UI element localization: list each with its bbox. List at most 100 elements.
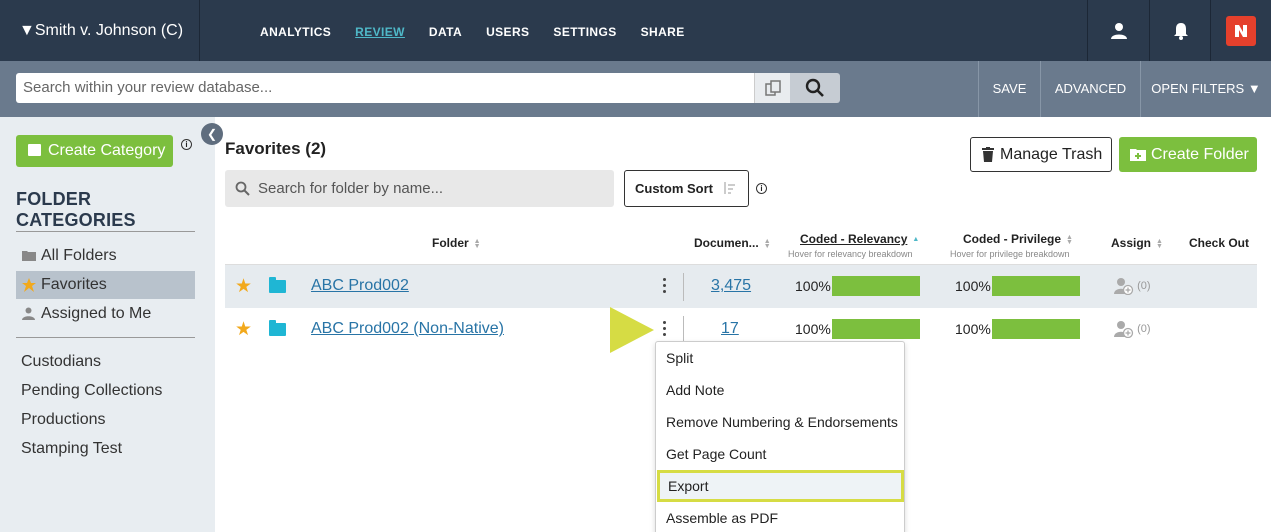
sidebar-link-stamping-test[interactable]: Stamping Test (21, 440, 122, 458)
more-options-icon[interactable] (663, 321, 667, 339)
folder-name-link[interactable]: ABC Prod002 (Non-Native) (311, 320, 504, 338)
relevancy-bar[interactable] (832, 319, 920, 339)
add-user-icon (1114, 321, 1134, 339)
case-selector[interactable]: ▼Smith v. Johnson (C) (0, 0, 200, 61)
app-logo-button[interactable] (1210, 0, 1271, 61)
save-button[interactable]: SAVE (978, 61, 1040, 117)
create-folder-label: Create Folder (1151, 146, 1249, 163)
divider (683, 273, 684, 301)
page-title: Favorites (2) (225, 139, 327, 158)
advanced-button[interactable]: ADVANCED (1040, 61, 1140, 117)
nav-analytics[interactable]: ANALYTICS (260, 0, 331, 61)
sidebar-item-assigned[interactable]: Assigned to Me (16, 300, 195, 328)
menu-item-export[interactable]: Export (657, 470, 904, 502)
sidebar-link-custodians[interactable]: Custodians (21, 353, 101, 371)
divider (16, 337, 195, 338)
manage-trash-label: Manage Trash (1000, 146, 1103, 163)
sidebar-item-all-folders[interactable]: All Folders (16, 242, 195, 270)
column-header-privilege[interactable]: Coded - Privilege ▲ ▼ (963, 232, 1073, 246)
nav-share[interactable]: SHARE (641, 0, 685, 61)
document-count-link[interactable]: 17 (721, 320, 739, 338)
chevron-left-icon: ❮ (206, 127, 218, 141)
person-icon (22, 307, 35, 320)
assign-user-button[interactable]: (0) (1114, 320, 1151, 339)
folder-actions-menu: Split Add Note Remove Numbering & Endors… (655, 341, 905, 532)
document-count-link[interactable]: 3,475 (711, 277, 751, 295)
menu-item-add-note[interactable]: Add Note (656, 374, 904, 406)
folder-icon (22, 251, 36, 261)
search-toolbar: Search within your review database... SA… (0, 61, 1271, 117)
create-category-label: Create Category (48, 142, 166, 159)
pointer-arrow-icon (610, 307, 654, 353)
sidebar-item-label: Assigned to Me (41, 305, 152, 322)
privilege-percent: 100% (955, 278, 991, 294)
nav-data[interactable]: DATA (429, 0, 462, 61)
nav-review[interactable]: REVIEW (355, 0, 405, 61)
folder-icon (269, 277, 286, 293)
user-button[interactable] (1087, 0, 1149, 61)
relevancy-percent: 100% (795, 321, 831, 337)
privilege-hint: Hover for privilege breakdown (950, 249, 1070, 259)
user-icon (1110, 22, 1127, 39)
nav-settings[interactable]: SETTINGS (553, 0, 616, 61)
create-category-button[interactable]: Create Category (16, 135, 173, 167)
sidebar-link-productions[interactable]: Productions (21, 411, 106, 429)
menu-item-get-page-count[interactable]: Get Page Count (656, 438, 904, 470)
menu-item-split[interactable]: Split (656, 342, 904, 374)
top-navbar: ▼Smith v. Johnson (C) ANALYTICS REVIEW D… (0, 0, 1271, 61)
category-icon (28, 144, 41, 156)
open-filters-button[interactable]: OPEN FILTERS ▼ (1140, 61, 1271, 117)
logo-icon (1226, 15, 1256, 46)
review-search-input[interactable]: Search within your review database... (16, 73, 754, 103)
column-header-assign[interactable]: Assign ▲ ▼ (1111, 236, 1163, 250)
favorite-star-icon[interactable]: ★ (235, 277, 252, 296)
folder-plus-icon (1130, 149, 1146, 161)
folder-search-input[interactable]: Search for folder by name... (225, 170, 614, 207)
sort-icon (724, 182, 735, 194)
custom-sort-button[interactable]: Custom Sort (624, 170, 749, 207)
notifications-button[interactable] (1149, 0, 1211, 61)
search-button[interactable] (790, 73, 840, 103)
assign-count: (0) (1137, 279, 1151, 292)
menu-item-assemble-pdf[interactable]: Assemble as PDF (656, 502, 904, 532)
table-row[interactable]: ★ ABC Prod002 3,475 100% 100% (0) (225, 265, 1257, 308)
sidebar-item-label: Favorites (41, 276, 107, 293)
star-icon (22, 278, 36, 292)
main-nav: ANALYTICS REVIEW DATA USERS SETTINGS SHA… (260, 0, 709, 61)
divider (683, 316, 684, 344)
more-options-icon[interactable] (663, 278, 667, 296)
trash-icon (982, 147, 994, 162)
custom-sort-label: Custom Sort (635, 181, 713, 196)
search-icon (805, 78, 824, 97)
sidebar-item-favorites[interactable]: Favorites (16, 271, 195, 299)
menu-item-remove-numbering[interactable]: Remove Numbering & Endorsements (656, 406, 904, 438)
info-icon[interactable]: i (756, 183, 767, 194)
column-header-checkout: Check Out (1189, 236, 1250, 250)
create-folder-button[interactable]: Create Folder (1119, 137, 1257, 172)
bell-icon (1173, 22, 1188, 40)
column-header-relevancy[interactable]: Coded - Relevancy ▲ (800, 232, 919, 246)
assign-count: (0) (1137, 322, 1151, 335)
folder-search-placeholder: Search for folder by name... (258, 180, 444, 197)
column-header-folder[interactable]: Folder ▲ ▼ (432, 236, 481, 250)
column-header-documents[interactable]: Documen... ▲ ▼ (694, 236, 771, 250)
divider (16, 231, 195, 232)
privilege-percent: 100% (955, 321, 991, 337)
info-icon[interactable]: i (181, 139, 192, 150)
collapse-sidebar-button[interactable]: ❮ (201, 123, 223, 145)
folder-name-link[interactable]: ABC Prod002 (311, 277, 409, 295)
add-user-icon (1114, 278, 1134, 296)
sidebar-item-label: All Folders (41, 247, 117, 264)
folder-categories-heading: FOLDER CATEGORIES (16, 189, 136, 230)
sidebar-link-pending-collections[interactable]: Pending Collections (21, 382, 162, 400)
manage-trash-button[interactable]: Manage Trash (970, 137, 1112, 172)
assign-user-button[interactable]: (0) (1114, 277, 1151, 296)
privilege-bar[interactable] (992, 276, 1080, 296)
privilege-bar[interactable] (992, 319, 1080, 339)
copy-icon (764, 80, 781, 96)
search-icon (235, 181, 250, 196)
nav-users[interactable]: USERS (486, 0, 529, 61)
relevancy-bar[interactable] (832, 276, 920, 296)
copy-button[interactable] (754, 73, 790, 103)
favorite-star-icon[interactable]: ★ (235, 320, 252, 339)
